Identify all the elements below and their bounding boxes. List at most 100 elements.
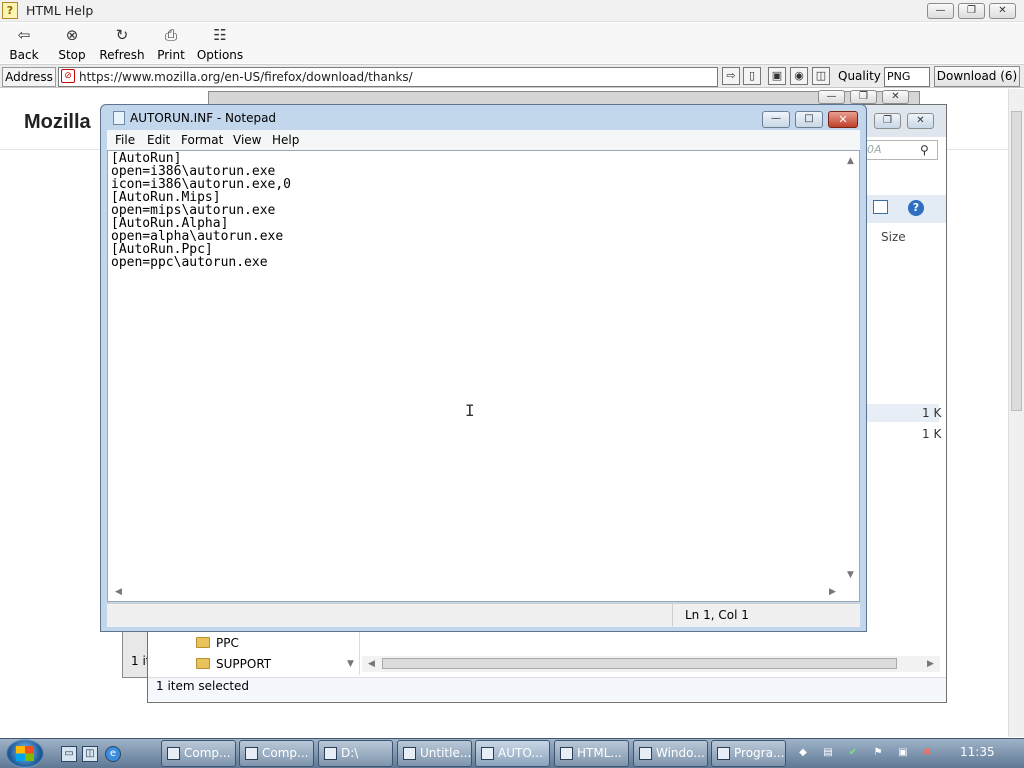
notepad-close-icon[interactable]: ✕ xyxy=(828,111,858,128)
background-window-frame xyxy=(208,91,920,105)
help-doc-icon xyxy=(560,747,573,760)
help-scroll-thumb[interactable] xyxy=(1011,111,1022,411)
minimize-icon[interactable]: — xyxy=(927,3,954,19)
menu-view[interactable]: View xyxy=(233,133,261,147)
notepad-text[interactable]: [AutoRun] open=i386\autorun.exe icon=i38… xyxy=(111,152,291,269)
task-button-active[interactable]: AUTO... xyxy=(475,740,550,767)
back-arrow-icon: ⇦ xyxy=(17,26,31,44)
find-icon[interactable]: ◉ xyxy=(790,67,808,85)
explorer-close-icon[interactable]: ✕ xyxy=(907,113,934,129)
help-app-icon: ? xyxy=(2,2,18,19)
task-button[interactable]: Progra... xyxy=(711,740,786,767)
scroll-up-icon[interactable]: ▲ xyxy=(847,156,854,166)
go-icon[interactable]: ⇨ xyxy=(722,67,740,85)
bg-minimize-icon[interactable]: — xyxy=(818,90,845,104)
disc-icon xyxy=(324,747,337,760)
quality-select[interactable]: PNG xyxy=(884,67,930,87)
help-window-title: HTML Help xyxy=(26,3,94,18)
windows-logo-icon xyxy=(16,746,34,761)
explorer-hscrollbar[interactable] xyxy=(362,656,940,672)
nav-scroll-down-icon[interactable]: ▼ xyxy=(347,659,354,669)
cursor-position: Ln 1, Col 1 xyxy=(685,608,749,622)
task-button[interactable]: Comp... xyxy=(239,740,314,767)
switch-windows-icon[interactable]: ◫ xyxy=(82,746,98,762)
folder-icon xyxy=(196,637,210,648)
refresh-icon: ↻ xyxy=(115,26,129,44)
address-label: Address xyxy=(2,67,56,87)
show-desktop-icon[interactable]: ▭ xyxy=(61,746,77,762)
bg-close-icon[interactable]: ✕ xyxy=(882,90,909,104)
page-action-icon[interactable]: ▯ xyxy=(743,67,761,85)
help-scrollbar[interactable] xyxy=(1008,89,1024,737)
scroll-right-icon[interactable]: ▶ xyxy=(829,587,836,597)
options-button[interactable]: ☷ Options xyxy=(196,26,244,62)
options-icon: ☷ xyxy=(213,26,227,44)
task-button[interactable]: Comp... xyxy=(161,740,236,767)
notepad-title: AUTORUN.INF - Notepad xyxy=(130,111,277,125)
menu-edit[interactable]: Edit xyxy=(147,133,170,147)
stop-icon: ⊗ xyxy=(65,26,79,44)
notepad-maximize-icon[interactable]: □ xyxy=(795,111,823,128)
notepad-hscrollbar[interactable] xyxy=(108,584,859,600)
network-icon[interactable]: ▣ xyxy=(896,746,910,760)
page-icon: ⊘ xyxy=(61,69,75,83)
notepad-vscrollbar[interactable] xyxy=(843,151,859,584)
print-button[interactable]: ⎙ Print xyxy=(148,26,194,62)
explorer-statusbar xyxy=(148,677,946,701)
task-button[interactable]: D:\ xyxy=(318,740,393,767)
program-icon xyxy=(717,747,730,760)
task-button[interactable]: Untitle... xyxy=(397,740,472,767)
explorer-status-text: 1 item selected xyxy=(156,679,250,693)
back-button[interactable]: ⇦ Back xyxy=(1,26,47,62)
layout-pane-icon[interactable] xyxy=(873,200,888,214)
refresh-button[interactable]: ↻ Refresh xyxy=(99,26,145,62)
flag-icon[interactable]: ⚑ xyxy=(871,746,885,760)
bg-restore-icon[interactable]: ❐ xyxy=(850,90,877,104)
internet-explorer-icon[interactable]: e xyxy=(105,746,121,762)
size-column-header[interactable]: Size xyxy=(881,230,906,244)
notepad-minimize-icon[interactable]: — xyxy=(762,111,790,128)
folder-item[interactable]: SUPPORT xyxy=(216,657,271,671)
scroll-left-icon[interactable]: ◀ xyxy=(115,587,122,597)
computer-icon xyxy=(167,747,180,760)
menu-help[interactable]: Help xyxy=(272,133,299,147)
bookmark-icon[interactable]: ▣ xyxy=(768,67,786,85)
volume-muted-icon[interactable]: ✖ xyxy=(920,746,934,760)
notepad-icon xyxy=(113,111,125,125)
status-divider xyxy=(672,604,673,626)
computer-icon xyxy=(245,747,258,760)
download-button[interactable]: Download (6) xyxy=(934,66,1020,87)
task-button[interactable]: HTML... xyxy=(554,740,629,767)
help-titlebar xyxy=(0,0,1024,22)
scroll-down-icon[interactable]: ▼ xyxy=(847,570,854,580)
security-icon[interactable]: ✔ xyxy=(846,746,860,760)
notepad-doc-icon xyxy=(481,747,494,760)
address-input[interactable]: https://www.mozilla.org/en-US/firefox/do… xyxy=(58,67,718,87)
print-icon: ⎙ xyxy=(164,26,177,44)
search-icon[interactable]: ⚲ xyxy=(920,143,929,157)
quality-label: Quality xyxy=(838,69,881,83)
restore-icon[interactable]: ❐ xyxy=(958,3,985,19)
help-icon[interactable]: ? xyxy=(908,200,924,216)
explorer-hscroll-thumb[interactable] xyxy=(382,658,897,669)
explorer-restore-icon[interactable]: ❐ xyxy=(874,113,901,129)
menu-format[interactable]: Format xyxy=(181,133,223,147)
folder-item[interactable]: PPC xyxy=(216,636,239,650)
scroll-right-icon[interactable]: ▶ xyxy=(927,659,934,669)
document-icon[interactable]: ▤ xyxy=(821,746,835,760)
close-icon[interactable]: ✕ xyxy=(989,3,1016,19)
task-button[interactable]: Windo... xyxy=(633,740,708,767)
file-size: 1 K xyxy=(922,406,942,420)
menu-file[interactable]: File xyxy=(115,133,135,147)
clock[interactable]: 11:35 xyxy=(960,745,995,759)
save-icon[interactable]: ◫ xyxy=(812,67,830,85)
page-heading: Mozilla xyxy=(24,111,91,133)
folder-icon xyxy=(196,658,210,669)
disc-icon xyxy=(639,747,652,760)
notepad-doc-icon xyxy=(403,747,416,760)
text-cursor-icon: I xyxy=(465,401,475,420)
file-size: 1 K xyxy=(922,427,942,441)
network-drive-icon[interactable]: ◆ xyxy=(796,746,810,760)
scroll-left-icon[interactable]: ◀ xyxy=(368,659,375,669)
stop-button[interactable]: ⊗ Stop xyxy=(49,26,95,62)
